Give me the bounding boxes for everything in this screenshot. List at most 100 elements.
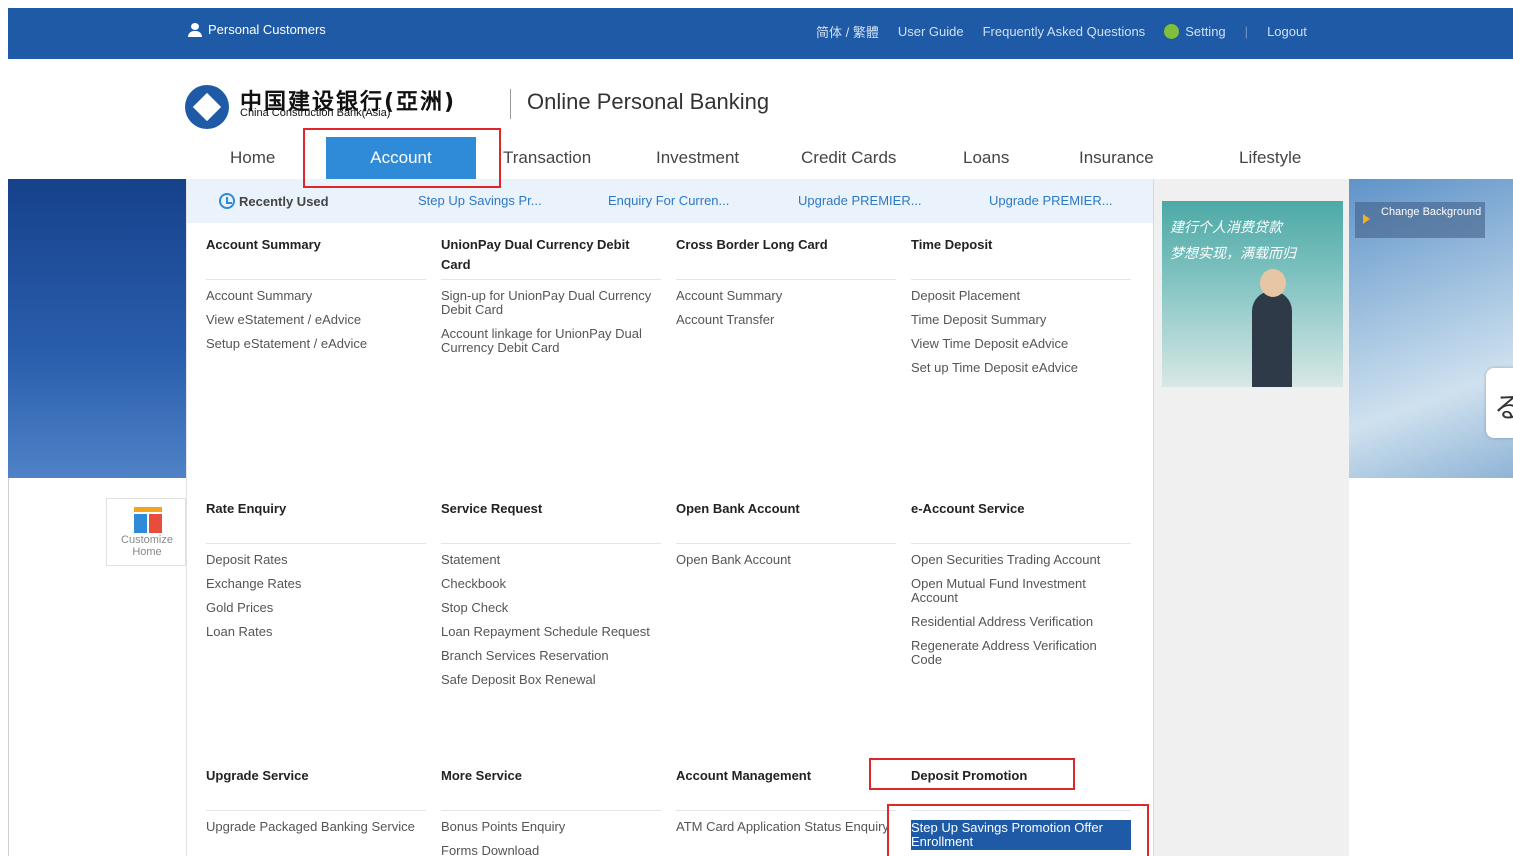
- section-service-request: Service Request Statement Checkbook Stop…: [441, 499, 661, 697]
- section-more-service: More Service Bonus Points Enquiry Forms …: [441, 766, 661, 856]
- section-title: Open Bank Account: [676, 501, 800, 516]
- menu-link[interactable]: Deposit Placement: [911, 289, 1131, 303]
- section-title: Account Management: [676, 768, 812, 783]
- menu-link[interactable]: Branch Services Reservation: [441, 649, 661, 663]
- section-e-account: e-Account Service Open Securities Tradin…: [911, 499, 1131, 677]
- brand-name-en: China Construction Bank(Asia): [240, 107, 391, 119]
- section-title: Service Request: [441, 501, 543, 516]
- menu-link[interactable]: Loan Repayment Schedule Request: [441, 625, 661, 639]
- menu-link[interactable]: Forms Download: [441, 844, 661, 856]
- language-switch[interactable]: 简体 / 繁體: [816, 22, 879, 41]
- recent-link[interactable]: Upgrade PREMIER...: [989, 193, 1113, 208]
- section-title: More Service: [441, 768, 522, 783]
- main-nav: Home Account Transaction Investment Cred…: [8, 137, 1348, 179]
- menu-link[interactable]: View eStatement / eAdvice: [206, 313, 426, 327]
- ad-panel: 建行个人消费贷款 梦想实现，满载而归: [1153, 179, 1349, 856]
- section-title: Upgrade Service: [206, 768, 309, 783]
- highlight-box-account: [303, 128, 501, 188]
- change-background-button[interactable]: Change Background: [1355, 202, 1485, 238]
- top-bar: Personal Customers 简体 / 繁體 User Guide Fr…: [8, 8, 1513, 59]
- menu-link[interactable]: Deposit Rates: [206, 553, 426, 567]
- menu-link[interactable]: Sign-up for UnionPay Dual Currency Debit…: [441, 289, 661, 317]
- section-cross-border: Cross Border Long Card Account Summary A…: [676, 235, 896, 337]
- recent-link[interactable]: Upgrade PREMIER...: [798, 193, 922, 208]
- change-background-label: Change Background: [1381, 206, 1482, 218]
- top-links: 简体 / 繁體 User Guide Frequently Asked Ques…: [816, 22, 1326, 41]
- section-title: Cross Border Long Card: [676, 237, 828, 252]
- menu-link[interactable]: Set up Time Deposit eAdvice: [911, 361, 1131, 375]
- nav-transaction[interactable]: Transaction: [503, 137, 591, 179]
- logout-link[interactable]: Logout: [1267, 24, 1307, 39]
- nav-credit-cards[interactable]: Credit Cards: [801, 137, 896, 179]
- promo-line-1: 建行个人消费贷款: [1170, 220, 1282, 236]
- personal-customers-link[interactable]: Personal Customers: [188, 22, 326, 37]
- nav-home[interactable]: Home: [230, 137, 275, 179]
- menu-link[interactable]: Residential Address Verification: [911, 615, 1131, 629]
- menu-link[interactable]: Upgrade Packaged Banking Service: [206, 820, 426, 834]
- promo-person-image: [1252, 291, 1292, 387]
- page-title: Online Personal Banking: [527, 89, 770, 114]
- menu-link[interactable]: Stop Check: [441, 601, 661, 615]
- bank-logo[interactable]: [185, 85, 235, 129]
- menu-link[interactable]: Gold Prices: [206, 601, 426, 615]
- faq-link[interactable]: Frequently Asked Questions: [983, 24, 1146, 39]
- brand-divider: [510, 89, 511, 119]
- background-banner-left: [8, 179, 186, 478]
- section-rate-enquiry: Rate Enquiry Deposit Rates Exchange Rate…: [206, 499, 426, 649]
- recent-link[interactable]: Step Up Savings Pr...: [418, 193, 542, 208]
- promo-line-2: 梦想实现，满载而归: [1170, 246, 1296, 262]
- nav-loans[interactable]: Loans: [963, 137, 1009, 179]
- customize-home-button[interactable]: Customize Home: [106, 498, 186, 566]
- nav-lifestyle[interactable]: Lifestyle: [1239, 137, 1301, 179]
- section-unionpay: UnionPay Dual Currency Debit Card Sign-u…: [441, 235, 661, 365]
- menu-link[interactable]: Time Deposit Summary: [911, 313, 1131, 327]
- menu-link[interactable]: Bonus Points Enquiry: [441, 820, 661, 834]
- menu-link[interactable]: Account Summary: [676, 289, 896, 303]
- section-title: Rate Enquiry: [206, 501, 287, 516]
- section-title: Time Deposit: [911, 237, 993, 252]
- menu-link[interactable]: Exchange Rates: [206, 577, 426, 591]
- user-guide-link[interactable]: User Guide: [898, 24, 964, 39]
- side-tab[interactable]: る: [1486, 368, 1513, 438]
- menu-link[interactable]: Open Mutual Fund Investment Account: [911, 577, 1131, 605]
- section-title: e-Account Service: [911, 501, 1025, 516]
- menu-link[interactable]: ATM Card Application Status Enquiry: [676, 820, 896, 834]
- menu-link[interactable]: Account Transfer: [676, 313, 896, 327]
- menu-link[interactable]: Safe Deposit Box Renewal: [441, 673, 661, 687]
- customize-icon: [134, 507, 162, 533]
- menu-link[interactable]: View Time Deposit eAdvice: [911, 337, 1131, 351]
- section-title: UnionPay Dual Currency Debit Card: [441, 237, 630, 272]
- recently-used-label: Recently Used: [219, 193, 329, 209]
- highlight-box-deposit-promotion: [869, 758, 1075, 790]
- menu-link[interactable]: Statement: [441, 553, 661, 567]
- section-upgrade-service: Upgrade Service Upgrade Packaged Banking…: [206, 766, 426, 844]
- person-icon: [188, 22, 202, 37]
- clock-icon: [219, 193, 235, 209]
- promo-banner[interactable]: 建行个人消费贷款 梦想实现，满载而归: [1162, 201, 1343, 387]
- highlight-box-step-up: [887, 804, 1149, 856]
- arrow-right-icon: [1363, 214, 1370, 224]
- menu-link[interactable]: Open Securities Trading Account: [911, 553, 1131, 567]
- menu-link[interactable]: Setup eStatement / eAdvice: [206, 337, 426, 351]
- menu-link[interactable]: Regenerate Address Verification Code: [911, 639, 1131, 667]
- section-account-summary: Account Summary Account Summary View eSt…: [206, 235, 426, 361]
- setting-label: Setting: [1185, 24, 1226, 39]
- separator: |: [1244, 24, 1249, 39]
- ccb-logo-icon: [185, 85, 229, 129]
- menu-link[interactable]: Checkbook: [441, 577, 661, 591]
- personal-customers-label: Personal Customers: [208, 22, 326, 37]
- setting-link[interactable]: Setting: [1164, 24, 1226, 39]
- nav-insurance[interactable]: Insurance: [1079, 137, 1154, 179]
- menu-link[interactable]: Account linkage for UnionPay Dual Curren…: [441, 327, 661, 355]
- side-tab-label: る: [1494, 392, 1513, 423]
- menu-link[interactable]: Loan Rates: [206, 625, 426, 639]
- menu-link[interactable]: Account Summary: [206, 289, 426, 303]
- nav-investment[interactable]: Investment: [656, 137, 739, 179]
- section-open-bank-account: Open Bank Account Open Bank Account: [676, 499, 896, 577]
- gear-icon: [1164, 24, 1180, 39]
- section-account-management: Account Management ATM Card Application …: [676, 766, 896, 844]
- recently-used-text: Recently Used: [239, 193, 329, 209]
- menu-link[interactable]: Open Bank Account: [676, 553, 896, 567]
- recent-link[interactable]: Enquiry For Curren...: [608, 193, 729, 208]
- promo-person-head: [1260, 269, 1286, 297]
